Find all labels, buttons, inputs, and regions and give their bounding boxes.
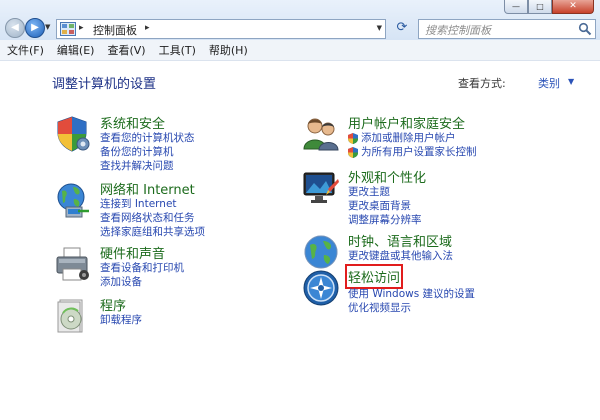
monitor-icon[interactable] xyxy=(302,169,340,207)
category-title-hardware[interactable]: 硬件和声音 xyxy=(100,243,165,262)
uac-shield-icon xyxy=(348,132,358,144)
link-connect-internet[interactable]: 连接到 Internet xyxy=(100,197,205,211)
users-icon[interactable] xyxy=(302,115,340,153)
close-button[interactable]: ✕ xyxy=(552,0,594,14)
forward-button[interactable]: ▶ xyxy=(25,18,45,38)
category-title-network[interactable]: 网络和 Internet xyxy=(100,179,195,198)
category-links-hardware: 查看设备和打印机 添加设备 xyxy=(100,261,184,289)
view-by-dropdown[interactable]: 类别 xyxy=(538,75,560,91)
category-title-programs[interactable]: 程序 xyxy=(100,295,126,314)
page-title: 调整计算机的设置 xyxy=(52,77,157,92)
category-links-programs: 卸载程序 xyxy=(100,313,142,327)
link-add-device[interactable]: 添加设备 xyxy=(100,275,184,289)
maximize-button[interactable]: □ xyxy=(528,0,552,14)
search-box[interactable]: 搜索控制面板 xyxy=(418,19,596,39)
refresh-icon[interactable]: ⟳ xyxy=(392,19,412,37)
link-add-remove-accounts[interactable]: 添加或删除用户帐户 xyxy=(348,131,477,145)
window-controls: — □ ✕ xyxy=(504,0,594,14)
breadcrumb-separator-end[interactable]: ▸ xyxy=(145,23,150,33)
uac-shield-icon xyxy=(348,146,358,158)
breadcrumb-control-panel[interactable]: 控制面板 xyxy=(93,22,137,38)
menu-tools[interactable]: 工具(T) xyxy=(152,42,202,58)
back-button[interactable]: ◀ xyxy=(5,18,25,38)
menu-bar: 文件(F) 编辑(E) 查看(V) 工具(T) 帮助(H) xyxy=(0,40,600,61)
search-input[interactable]: 搜索控制面板 xyxy=(425,22,491,38)
link-view-computer-status[interactable]: 查看您的计算机状态 xyxy=(100,131,195,145)
link-backup-computer[interactable]: 备份您的计算机 xyxy=(100,145,195,159)
shield-icon[interactable] xyxy=(54,115,92,153)
menu-view[interactable]: 查看(V) xyxy=(100,42,151,58)
category-links-network: 连接到 Internet 查看网络状态和任务 选择家庭组和共享选项 xyxy=(100,197,205,239)
view-by-label: 查看方式: xyxy=(458,77,506,90)
link-windows-recommended-settings[interactable]: 使用 Windows 建议的设置 xyxy=(348,287,475,301)
link-devices-printers[interactable]: 查看设备和打印机 xyxy=(100,261,184,275)
category-title-ease-of-access[interactable]: 轻松访问 xyxy=(344,264,404,289)
category-links-system: 查看您的计算机状态 备份您的计算机 查找并解决问题 xyxy=(100,131,195,173)
menu-help[interactable]: 帮助(H) xyxy=(202,42,254,58)
history-dropdown-icon[interactable]: ▼ xyxy=(45,23,50,31)
minimize-button[interactable]: — xyxy=(504,0,528,14)
control-panel-icon xyxy=(60,22,76,36)
printer-icon[interactable] xyxy=(54,245,92,283)
link-add-remove-accounts-label[interactable]: 添加或删除用户帐户 xyxy=(361,131,456,145)
category-title-appearance[interactable]: 外观和个性化 xyxy=(348,167,426,186)
link-parental-controls[interactable]: 为所有用户设置家长控制 xyxy=(348,145,477,159)
link-change-theme[interactable]: 更改主题 xyxy=(348,185,422,199)
category-title-users[interactable]: 用户帐户和家庭安全 xyxy=(348,113,465,132)
link-find-fix-problems[interactable]: 查找并解决问题 xyxy=(100,159,195,173)
window-chrome: — □ ✕ ◀ ▶ ▼ ▸ 控制面板 ▸ ▼ ⟳ 搜索控制面板 xyxy=(0,0,600,40)
view-by-dropdown-icon[interactable]: ▼ xyxy=(568,77,574,86)
globe-network-icon[interactable] xyxy=(54,181,92,219)
link-network-status[interactable]: 查看网络状态和任务 xyxy=(100,211,205,225)
search-icon[interactable] xyxy=(578,22,592,36)
link-parental-controls-label[interactable]: 为所有用户设置家长控制 xyxy=(361,145,477,159)
category-links-clock: 更改键盘或其他输入法 xyxy=(348,249,453,263)
address-dropdown-icon[interactable]: ▼ xyxy=(377,24,382,32)
menu-file[interactable]: 文件(F) xyxy=(0,42,50,58)
category-title-clock[interactable]: 时钟、语言和区域 xyxy=(348,231,452,250)
control-panel-content: 调整计算机的设置 查看方式: 类别 ▼ 系统和安全 查看您的计算机状态 备份您的… xyxy=(0,61,600,420)
category-links-appearance: 更改主题 更改桌面背景 调整屏幕分辨率 xyxy=(348,185,422,227)
category-title-system[interactable]: 系统和安全 xyxy=(100,113,165,132)
link-screen-resolution[interactable]: 调整屏幕分辨率 xyxy=(348,213,422,227)
programs-disc-icon[interactable] xyxy=(54,297,92,335)
link-uninstall-program[interactable]: 卸载程序 xyxy=(100,313,142,327)
link-optimize-visual-display[interactable]: 优化视频显示 xyxy=(348,301,475,315)
clock-globe-icon[interactable] xyxy=(302,233,340,271)
menu-edit[interactable]: 编辑(E) xyxy=(50,42,101,58)
category-links-users: 添加或删除用户帐户 为所有用户设置家长控制 xyxy=(348,131,477,159)
breadcrumb-separator[interactable]: ▸ xyxy=(79,23,84,33)
address-bar[interactable]: ▸ 控制面板 ▸ ▼ xyxy=(56,19,386,39)
link-keyboard-input[interactable]: 更改键盘或其他输入法 xyxy=(348,249,453,263)
ease-of-access-icon[interactable] xyxy=(302,269,340,307)
link-homegroup-sharing[interactable]: 选择家庭组和共享选项 xyxy=(100,225,205,239)
link-change-background[interactable]: 更改桌面背景 xyxy=(348,199,422,213)
category-links-ease: 使用 Windows 建议的设置 优化视频显示 xyxy=(348,287,475,315)
navigation-row: ◀ ▶ ▼ ▸ 控制面板 ▸ ▼ ⟳ 搜索控制面板 xyxy=(0,14,600,40)
